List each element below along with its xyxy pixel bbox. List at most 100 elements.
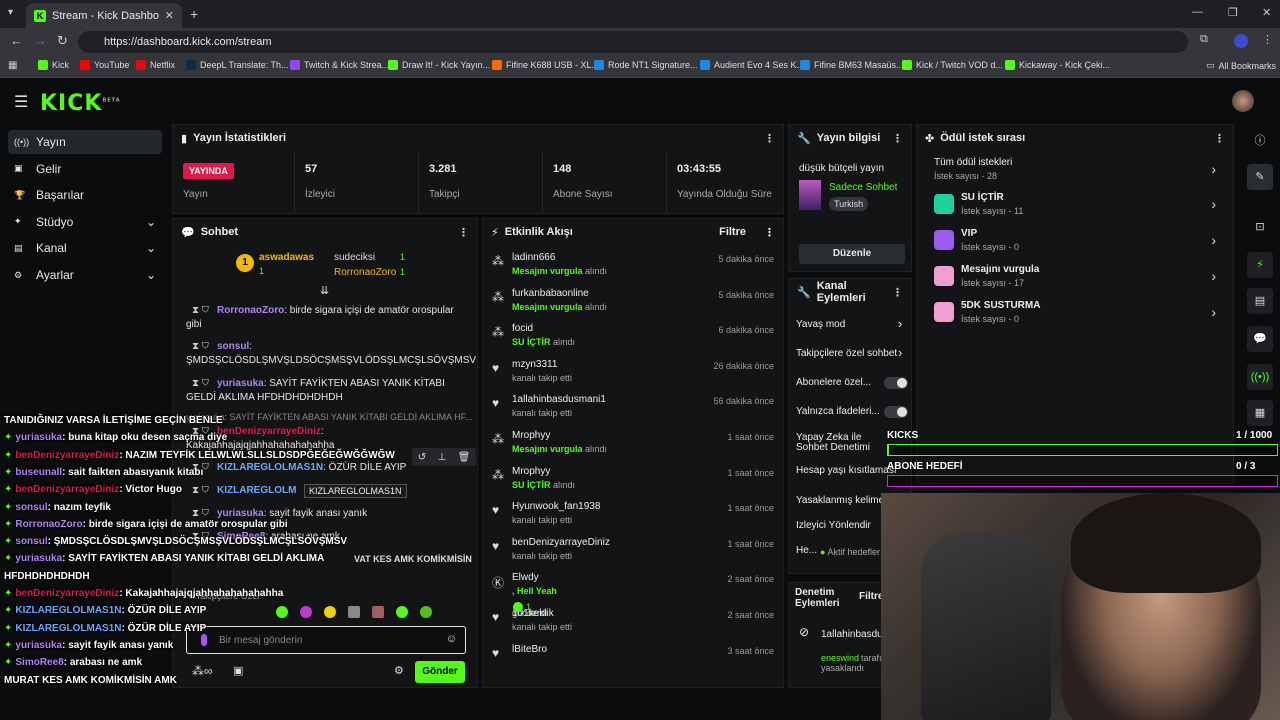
chat-username[interactable]: KIZLAREGLOLMAS1N [217, 462, 323, 473]
bookmark-item[interactable]: Netflix [136, 60, 175, 70]
activity-username[interactable]: lBiteBro [512, 644, 547, 655]
infinity-icon[interactable]: ⁂∞ [192, 664, 213, 678]
sidebar-item-stüdyo[interactable]: ✦ Stüdyo ⌄ [8, 210, 162, 234]
forward-icon[interactable]: → [34, 33, 47, 48]
broadcast-signal-icon[interactable]: ((•)) [1247, 364, 1273, 390]
activity-username[interactable]: focid [512, 323, 533, 334]
collapse-icon[interactable]: ⇊ [320, 284, 329, 297]
events-more-icon[interactable]: ⋮ [764, 226, 775, 239]
all-bookmarks[interactable]: ▭ All Bookmarks [1206, 60, 1276, 71]
store-icon[interactable]: ▣ [233, 664, 243, 677]
stats-more-icon[interactable]: ⋮ [764, 132, 775, 145]
sidebar-item-gelir[interactable]: ▣ Gelir [8, 157, 162, 181]
minimize-icon[interactable]: — [1192, 6, 1203, 18]
rewards-more-icon[interactable]: ⋮ [1214, 132, 1225, 145]
info-more-icon[interactable]: ⋮ [892, 132, 903, 145]
emote-icon[interactable] [300, 606, 312, 618]
maximize-icon[interactable]: ❐ [1228, 6, 1238, 19]
chat-more-icon[interactable]: ⋮ [458, 226, 469, 239]
apps-icon[interactable]: ▦ [8, 60, 17, 71]
tab-close-icon[interactable]: ✕ [165, 9, 174, 22]
browser-tab[interactable]: K Stream - Kick Dashboard ✕ [26, 3, 182, 28]
info-icon[interactable]: ⓘ [1247, 128, 1273, 154]
reload-icon[interactable]: ↻ [57, 33, 68, 49]
sidebar-item-ayarlar[interactable]: ⚙ Ayarlar ⌄ [8, 263, 162, 287]
emote-icon[interactable] [396, 606, 408, 618]
chat-username[interactable]: RorronaoZoro [217, 305, 284, 316]
bookmark-item[interactable]: Kickaway - Kick Çeki... [1005, 60, 1110, 70]
emotes-only-toggle[interactable] [884, 406, 908, 418]
user-avatar[interactable] [1232, 90, 1254, 112]
reward-item[interactable]: SU İÇTİR İstek sayısı - 11 › [930, 190, 1220, 224]
bookmark-item[interactable]: Kick / Twitch VOD d... [902, 60, 1003, 70]
reward-item[interactable]: Tüm ödül istekleri İstek sayısı - 28 › [930, 155, 1220, 189]
filter-button[interactable]: Filtre [719, 226, 746, 238]
browser-menu-icon[interactable]: ▾ [8, 7, 13, 18]
actions-more-icon[interactable]: ⋮ [892, 286, 903, 299]
delete-icon[interactable]: 🗑 [458, 452, 471, 463]
activity-username[interactable]: mzyn3311 [512, 359, 557, 370]
channel-action-item[interactable]: He... [796, 545, 820, 556]
bookmark-item[interactable]: Fifine K688 USB - XL... [492, 60, 599, 70]
subscribers-only-toggle[interactable] [884, 377, 908, 389]
activity-username[interactable]: benDenizyarrayeDiniz [512, 537, 610, 548]
hamburger-menu-icon[interactable]: ☰ [14, 92, 28, 112]
document-icon[interactable]: ▤ [1247, 288, 1273, 314]
chat-settings-icon[interactable]: ⚙ [394, 664, 404, 677]
kick-logo[interactable]: KICKBETA [40, 91, 121, 116]
activity-username[interactable]: Hyunwook_fan1938 [512, 501, 600, 512]
emote-icon[interactable] [420, 606, 432, 618]
channel-action-item[interactable]: Takipçilere özel sohbet [796, 348, 908, 359]
chat-input[interactable]: Bir mesaj gönderin ☺ [186, 626, 466, 654]
reward-item[interactable]: VIP İstek sayısı - 0 › [930, 226, 1220, 260]
moderation-filter-button[interactable]: Filtre [859, 591, 883, 602]
category-link[interactable]: Sadece Sohbet [829, 182, 897, 193]
address-bar[interactable]: https://dashboard.kick.com/stream [78, 31, 1188, 53]
chat-bubble-icon[interactable]: 💬 [1247, 326, 1273, 352]
emote-icon[interactable] [324, 606, 336, 618]
browser-more-icon[interactable]: ⋮ [1262, 33, 1273, 46]
mic-icon[interactable] [201, 634, 207, 646]
reward-item[interactable]: 5DK SUSTURMA İstek sayısı - 0 › [930, 298, 1220, 332]
send-button[interactable]: Gönder [415, 661, 465, 683]
reply-icon[interactable]: ↺ [418, 452, 426, 463]
bookmark-item[interactable]: Fifine BM63 Masaüs... [800, 60, 904, 70]
emote-icon[interactable] [276, 606, 288, 618]
activity-username[interactable]: Mrophyy [512, 430, 550, 441]
bookmark-item[interactable]: YouTube [80, 60, 129, 70]
chat-username[interactable]: yuriasuka [217, 378, 264, 389]
bookmark-item[interactable]: Rode NT1 Signature... [594, 60, 698, 70]
emote-icon[interactable] [372, 606, 384, 618]
sidebar-item-kanal[interactable]: ▤ Kanal ⌄ [8, 236, 162, 260]
sidebar-item-başarılar[interactable]: 🏆 Başarılar [8, 183, 162, 207]
edit-button[interactable]: Düzenle [799, 244, 905, 264]
bookmark-item[interactable]: Kick [38, 60, 69, 70]
emoji-icon[interactable]: ☺ [446, 633, 457, 645]
activity-username[interactable]: 1allahinbasdusmani1 [512, 394, 606, 405]
reward-item[interactable]: Mesajını vurgula İstek sayısı - 17 › [930, 262, 1220, 296]
crop-icon[interactable]: ⊡ [1247, 214, 1273, 240]
activity-username[interactable]: furkanbabaonline [512, 288, 589, 299]
pencil-icon[interactable]: ✎ [1247, 164, 1273, 190]
profile-icon[interactable] [1234, 34, 1248, 48]
emote-icon[interactable] [348, 606, 360, 618]
bookmark-item[interactable]: Audient Evo 4 Ses K... [700, 60, 804, 70]
extensions-icon[interactable]: ⧉ [1200, 33, 1208, 46]
window-close-icon[interactable]: ✕ [1262, 6, 1271, 19]
layout-icon[interactable]: ▦ [1247, 400, 1273, 426]
new-tab-icon[interactable]: + [190, 6, 198, 22]
chat-username[interactable]: sonsul [217, 341, 249, 352]
bookmark-item[interactable]: Twitch & Kick Strea... [290, 60, 389, 70]
lightning-icon[interactable]: ⚡ [1247, 252, 1273, 278]
activity-username[interactable]: Elwdy [512, 572, 539, 583]
sidebar-item-yayın[interactable]: ((•)) Yayın [8, 130, 162, 154]
bookmark-item[interactable]: DeepL Translate: Th... [186, 60, 289, 70]
activity-username[interactable]: Mrophyy [512, 466, 550, 477]
activity-username[interactable]: ladinn666 [512, 252, 555, 263]
channel-action-item[interactable]: Yavaş mod [796, 319, 908, 330]
chat-username[interactable]: KIZLAREGLOLM [217, 485, 296, 496]
bookmark-item[interactable]: Draw It! - Kick Yayın... [388, 60, 490, 70]
back-icon[interactable]: ← [10, 33, 23, 48]
pin-icon[interactable]: ⊥ [437, 452, 446, 463]
chat-username[interactable]: benDenizyarrayeDiniz [217, 426, 321, 437]
